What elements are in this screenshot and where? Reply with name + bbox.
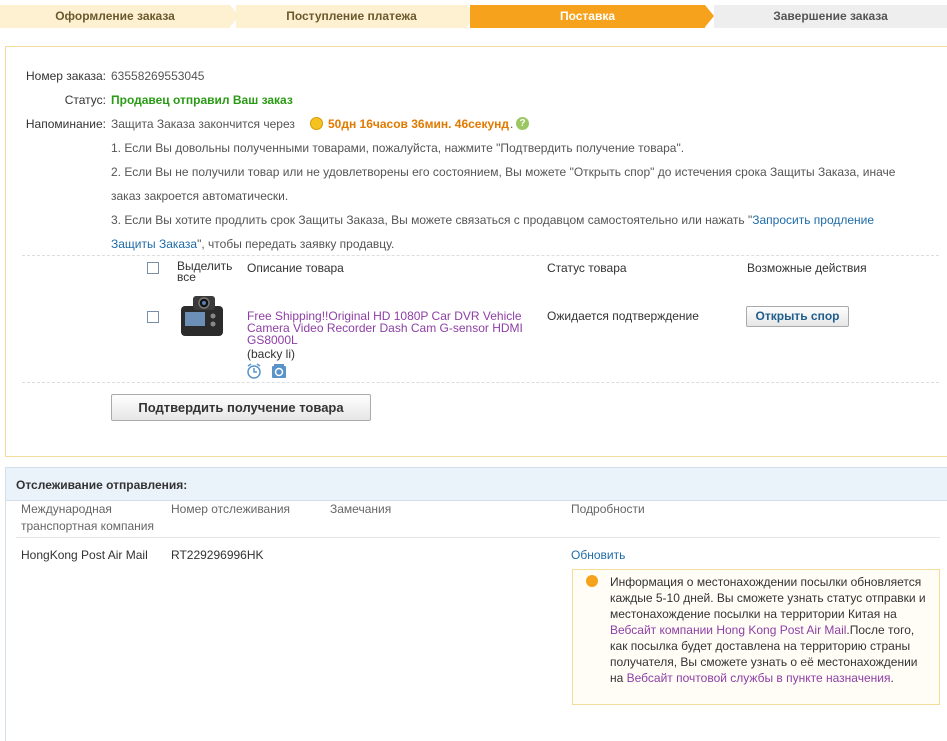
divider [22, 382, 939, 383]
hk-post-website-link[interactable]: Вебсайт компании Hong Kong Post Air Mail [610, 623, 846, 637]
reminder-text: Защита Заказа закончится через [111, 117, 295, 131]
col-remarks: Замечания [330, 502, 392, 516]
order-status: Продавец отправил Ваш заказ [111, 93, 293, 107]
order-number: 63558269553045 [111, 69, 205, 83]
product-checkbox[interactable] [147, 311, 159, 323]
tracking-header: Отслеживание отправления: [6, 468, 947, 501]
alarm-icon[interactable] [246, 363, 262, 379]
product-title-link[interactable]: Free Shipping!!Original HD 1080P Car DVR… [247, 310, 537, 346]
clock-icon [310, 117, 323, 130]
step-arrow [705, 5, 714, 27]
step-payment: Поступление платежа [236, 5, 467, 28]
confirm-receipt-button[interactable]: Подтвердить получение товара [111, 394, 371, 421]
reminder-label: Напоминание: [25, 117, 106, 131]
col-status: Статус товара [547, 261, 627, 275]
note-1: 1. Если Вы довольны полученными товарами… [111, 141, 685, 155]
divider [22, 255, 939, 256]
tracking-title: Отслеживание отправления: [16, 478, 188, 492]
step-order: Оформление заказа [0, 5, 230, 28]
open-dispute-button[interactable]: Открыть спор [746, 306, 849, 327]
refresh-tracking-link[interactable]: Обновить [571, 548, 625, 562]
tracking-number: RT229296996HK [171, 548, 264, 562]
reminder-end: . [510, 117, 514, 131]
order-number-label: Номер заказа: [25, 69, 106, 83]
order-box: Номер заказа: 63558269553045 Статус: Про… [5, 46, 947, 457]
tracking-info-notice: Информация о местонахождении посылки обн… [572, 569, 940, 705]
countdown: 50дн 16часов 36мин. 46секунд [328, 117, 510, 131]
extend-protection-link-2[interactable]: Защиты Заказа [111, 237, 197, 251]
col-tracking-number: Номер отслеживания [171, 502, 291, 516]
bulb-icon [586, 575, 598, 587]
progress-steps: Оформление заказа Поступление платежа По… [0, 5, 947, 28]
divider [16, 537, 940, 538]
help-icon[interactable]: ? [516, 117, 529, 130]
col-details: Подробности [571, 502, 645, 516]
product-status: Ожидается подтверждение [547, 309, 699, 323]
select-all-label: Выделить все [177, 259, 233, 284]
note-3a: 3. Если Вы хотите продлить срок Защиты З… [111, 213, 875, 227]
select-all-checkbox[interactable] [147, 262, 159, 274]
step-complete: Завершение заказа [714, 5, 947, 28]
col-description: Описание товара [247, 261, 344, 275]
product-image[interactable] [175, 292, 229, 342]
note-2a: 2. Если Вы не получили товар или не удов… [111, 165, 896, 179]
status-label: Статус: [64, 93, 106, 107]
step-delivery: Поставка [470, 5, 705, 28]
refresh-icon[interactable] [271, 363, 287, 379]
note-2b: заказ закроется автоматически. [111, 189, 289, 203]
extend-protection-link[interactable]: Запросить продление [752, 213, 874, 227]
destination-post-website-link[interactable]: Вебсайт почтовой службы в пункте назначе… [627, 671, 891, 685]
carrier-name: HongKong Post Air Mail [21, 548, 148, 562]
tracking-box: Отслеживание отправления: Международная … [5, 467, 947, 741]
note-3b: Защиты Заказа", чтобы передать заявку пр… [111, 237, 395, 251]
col-actions: Возможные действия [747, 261, 867, 275]
tracking-info-text: Информация о местонахождении посылки обн… [610, 575, 926, 685]
product-seller: (backy li) [247, 347, 296, 361]
col-company: Международная транспортная компания [21, 502, 154, 533]
